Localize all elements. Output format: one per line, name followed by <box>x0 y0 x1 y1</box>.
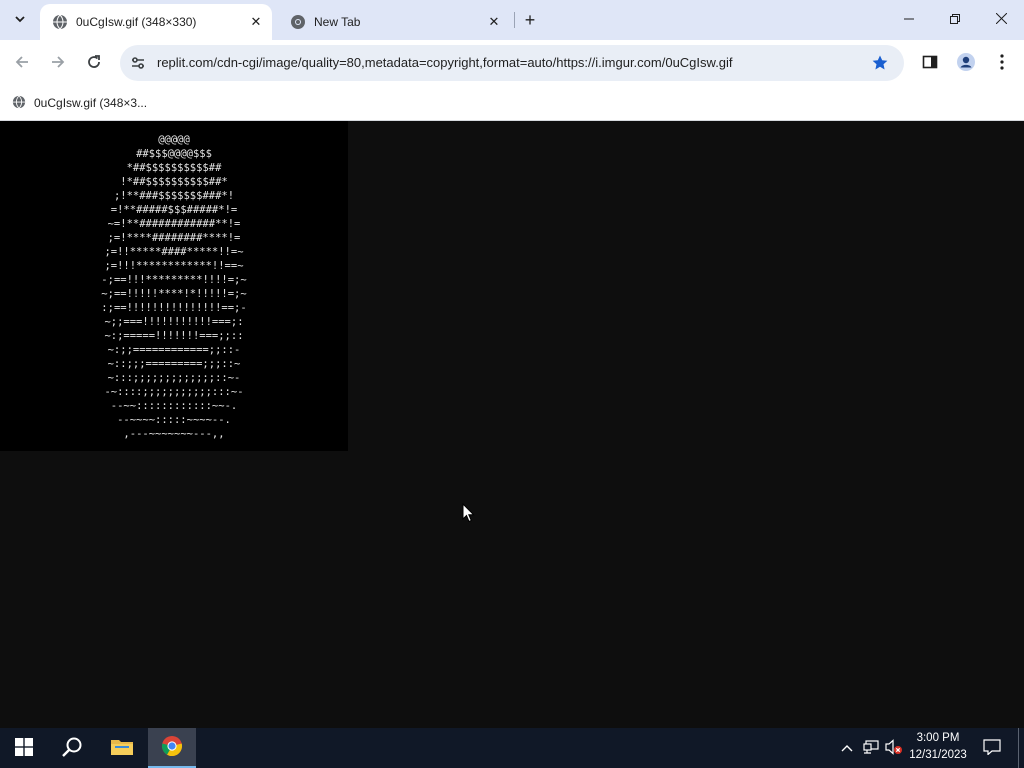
taskbar: 3:00 PM 12/31/2023 <box>0 728 1024 768</box>
tab-new-tab[interactable]: New Tab ✕ <box>278 4 510 40</box>
ascii-art-image: @@@@@ ##$$$@@@@$$$ *##$$$$$$$$$$## !*##$… <box>0 121 348 451</box>
side-panel-button[interactable] <box>914 47 946 79</box>
tab-strip: 0uCgIsw.gif (348×330) ✕ New Tab ✕ + <box>0 0 1024 40</box>
chevron-up-icon <box>841 741 853 755</box>
profile-button[interactable] <box>950 47 982 79</box>
globe-icon <box>52 14 68 30</box>
minimize-button[interactable] <box>886 0 932 40</box>
reload-icon <box>86 54 102 73</box>
show-hidden-icons-button[interactable] <box>838 728 856 768</box>
close-tab-button[interactable]: ✕ <box>246 12 266 32</box>
ascii-art-text: @@@@@ ##$$$@@@@$$$ *##$$$$$$$$$$## !*##$… <box>101 134 247 440</box>
notification-icon <box>983 738 1001 758</box>
clock-time: 3:00 PM <box>916 732 960 744</box>
restore-button[interactable] <box>932 0 978 40</box>
chevron-down-icon <box>14 13 26 28</box>
reload-button[interactable] <box>78 47 110 79</box>
bookmark-star-icon[interactable] <box>868 51 892 75</box>
system-clock[interactable]: 3:00 PM 12/31/2023 <box>905 730 971 766</box>
close-window-button[interactable] <box>978 0 1024 40</box>
plus-icon: + <box>524 9 536 30</box>
back-button[interactable] <box>6 47 38 79</box>
windows-icon <box>15 737 33 759</box>
bookmark-item[interactable]: 0uCgIsw.gif (348×3... <box>12 93 147 113</box>
bookmarks-bar: 0uCgIsw.gif (348×3... <box>0 86 1024 121</box>
minimize-icon <box>904 13 914 27</box>
chrome-icon <box>161 735 183 760</box>
address-bar[interactable]: replit.com/cdn-cgi/image/quality=80,meta… <box>120 45 904 81</box>
bookmark-title: 0uCgIsw.gif (348×3... <box>34 96 148 110</box>
site-info-icon[interactable] <box>128 53 148 73</box>
tab-separator <box>514 12 515 28</box>
network-icon <box>863 739 879 757</box>
page-content: @@@@@ ##$$$@@@@$$$ *##$$$$$$$$$$## !*##$… <box>0 121 1024 728</box>
close-icon <box>995 12 1007 27</box>
close-tab-button[interactable]: ✕ <box>484 12 504 32</box>
tab-gif[interactable]: 0uCgIsw.gif (348×330) ✕ <box>40 4 272 40</box>
close-icon: ✕ <box>488 14 500 29</box>
tab-title: 0uCgIsw.gif (348×330) <box>76 15 197 29</box>
side-panel-icon <box>922 54 938 73</box>
chrome-icon <box>290 14 306 30</box>
tab-search-button[interactable] <box>8 8 32 32</box>
more-vertical-icon <box>1000 53 1004 73</box>
search-button[interactable] <box>48 728 96 768</box>
chrome-taskbar-button[interactable] <box>148 728 196 768</box>
start-button[interactable] <box>0 728 48 768</box>
volume-button[interactable] <box>884 728 904 768</box>
forward-button[interactable] <box>42 47 74 79</box>
arrow-left-icon <box>14 54 30 73</box>
network-button[interactable] <box>861 728 881 768</box>
new-tab-button[interactable]: + <box>520 10 540 30</box>
profile-icon <box>956 52 976 75</box>
tab-title: New Tab <box>314 15 361 29</box>
folder-icon <box>110 737 134 760</box>
show-desktop-button[interactable] <box>1018 728 1024 768</box>
clock-date: 12/31/2023 <box>909 749 967 761</box>
arrow-right-icon <box>50 54 66 73</box>
close-icon: ✕ <box>250 14 262 29</box>
mouse-cursor-icon <box>462 502 476 526</box>
volume-muted-icon <box>885 738 903 758</box>
url-text: replit.com/cdn-cgi/image/quality=80,meta… <box>157 55 733 70</box>
file-explorer-button[interactable] <box>98 728 146 768</box>
search-icon <box>61 736 83 761</box>
globe-icon <box>12 95 26 112</box>
browser-toolbar: replit.com/cdn-cgi/image/quality=80,meta… <box>0 40 1024 86</box>
restore-icon <box>950 13 960 27</box>
notifications-button[interactable] <box>979 728 1005 768</box>
menu-button[interactable] <box>986 47 1018 79</box>
